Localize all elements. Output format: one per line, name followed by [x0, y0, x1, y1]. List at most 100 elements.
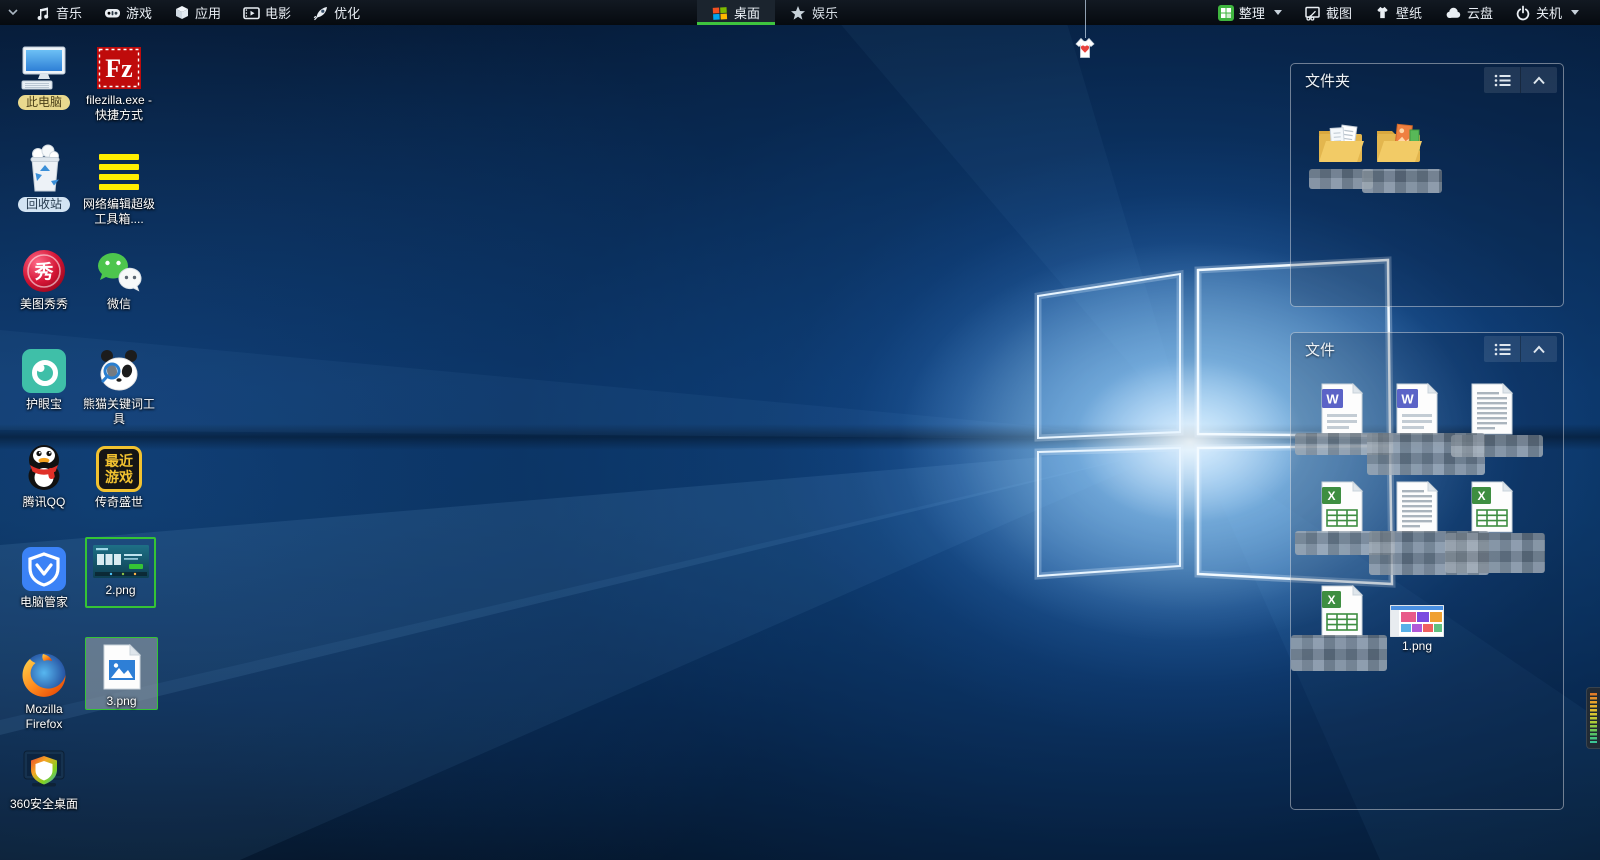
- file-item-image[interactable]: 1.png: [1382, 601, 1452, 637]
- folder-documents-icon: [1316, 122, 1366, 166]
- file-item-text[interactable]: [1382, 479, 1452, 533]
- excel-doc-icon: X: [1470, 481, 1514, 533]
- menu-label: 截图: [1326, 3, 1352, 22]
- desktop-tabs: 桌面 娱乐: [697, 0, 853, 25]
- svg-text:秀: 秀: [33, 261, 54, 283]
- recent-game-badge-icon: 最近游戏: [96, 446, 142, 492]
- active-tab-underline: [697, 22, 775, 25]
- webpage-thumbnail: [1390, 605, 1444, 637]
- panel-list-view-button[interactable]: [1484, 67, 1520, 93]
- badge-text: 最近游戏: [105, 453, 133, 485]
- tab-entertainment[interactable]: 娱乐: [775, 0, 853, 25]
- icon-label: 美图秀秀: [8, 297, 80, 312]
- screenshot-button[interactable]: 截图: [1293, 0, 1363, 25]
- file-item-text[interactable]: [1457, 381, 1527, 435]
- desktop-icon-360-desktop[interactable]: 360安全桌面: [8, 740, 80, 812]
- color-meter-strip: [1590, 693, 1597, 743]
- pc-manager-shield-icon: [21, 546, 67, 592]
- svg-text:W: W: [1326, 392, 1339, 407]
- star-icon: [790, 5, 806, 21]
- file-item-excel[interactable]: X: [1307, 479, 1377, 533]
- desktop-icon-panda-keyword[interactable]: 熊猫关键词工具: [83, 340, 155, 427]
- menu-movies[interactable]: 电影: [232, 0, 302, 25]
- file-item-word[interactable]: W: [1307, 381, 1377, 435]
- windows-logo-icon: [712, 6, 728, 20]
- desktop-icon-pc-manager[interactable]: 电脑管家: [8, 538, 80, 610]
- desktop-icon-filezilla[interactable]: Fz filezilla.exe - 快捷方式: [83, 36, 155, 123]
- panel-collapse-button[interactable]: [1520, 67, 1557, 93]
- desktop-icon-eye-care[interactable]: 护眼宝: [8, 340, 80, 412]
- desktop-icon-web-toolbox[interactable]: 网络编辑超级工具箱....: [83, 140, 155, 227]
- folders-panel: 文件夹: [1290, 63, 1564, 307]
- organize-grid-icon: [1218, 5, 1234, 21]
- icon-label: 传奇盛世: [83, 495, 155, 510]
- chevron-up-icon: [1532, 345, 1546, 354]
- panel-title: 文件夹: [1305, 70, 1484, 91]
- meitu-icon: 秀: [21, 248, 67, 294]
- widget-string: [1085, 0, 1086, 38]
- cloud-drive-button[interactable]: 云盘: [1433, 0, 1504, 25]
- menu-label: 音乐: [56, 3, 82, 22]
- yellow-bars-icon: [96, 150, 142, 194]
- chevron-down-icon: [1274, 10, 1282, 15]
- tab-label: 桌面: [734, 3, 760, 22]
- filezilla-icon: Fz: [96, 46, 142, 90]
- shutdown-button[interactable]: 关机: [1504, 0, 1590, 25]
- desktop-icon-meitu[interactable]: 秀 美图秀秀: [8, 240, 80, 312]
- censored-name: [1445, 533, 1545, 573]
- toolbar-collapse-button[interactable]: [0, 7, 24, 19]
- icon-label: 3.png: [86, 694, 157, 709]
- desktop-icon-legend-game[interactable]: 最近游戏 传奇盛世: [83, 438, 155, 510]
- desktop-icon-2png[interactable]: 2.png: [85, 537, 156, 608]
- desktop-icon-firefox[interactable]: Mozilla Firefox: [8, 645, 80, 732]
- menu-music[interactable]: 音乐: [24, 0, 93, 25]
- icon-label: 护眼宝: [8, 397, 80, 412]
- panel-collapse-button[interactable]: [1520, 336, 1557, 362]
- files-panel: 文件 W W: [1290, 332, 1564, 810]
- menu-label: 关机: [1536, 3, 1562, 22]
- menu-games[interactable]: 游戏: [93, 0, 163, 25]
- cloud-icon: [1444, 5, 1462, 20]
- chevron-down-icon: [8, 8, 18, 16]
- excel-doc-icon: X: [1320, 585, 1364, 637]
- censored-name: [1451, 435, 1543, 457]
- menu-label: 电影: [265, 3, 291, 22]
- image-placeholder-icon: [103, 644, 141, 690]
- svg-text:X: X: [1327, 489, 1335, 503]
- svg-text:W: W: [1401, 392, 1414, 407]
- edge-dock-handle[interactable]: [1586, 687, 1600, 749]
- movie-icon: [243, 5, 260, 21]
- wallpaper-tshirt-icon: [1374, 5, 1391, 20]
- rocket-icon: [313, 5, 329, 21]
- panel-list-view-button[interactable]: [1484, 336, 1520, 362]
- folder-item[interactable]: [1364, 112, 1434, 166]
- desktop-icon-this-pc[interactable]: 此电脑: [8, 38, 80, 110]
- file-item-excel[interactable]: X: [1307, 583, 1377, 637]
- menu-label: 游戏: [126, 3, 152, 22]
- organize-button[interactable]: 整理: [1207, 0, 1293, 25]
- icon-label: 微信: [83, 297, 155, 312]
- file-item-word[interactable]: W: [1382, 381, 1452, 435]
- list-view-icon: [1494, 343, 1511, 356]
- icon-label: 此电脑: [18, 95, 70, 110]
- wallpaper-button[interactable]: 壁纸: [1363, 0, 1433, 25]
- music-icon: [35, 5, 51, 21]
- 360-safe-desktop-icon: [19, 746, 69, 794]
- firefox-icon: [20, 651, 68, 699]
- menu-apps[interactable]: 应用: [163, 0, 232, 25]
- icon-label: 熊猫关键词工具: [83, 397, 155, 427]
- desktop-icon-qq[interactable]: 腾讯QQ: [8, 438, 80, 510]
- icon-label: 网络编辑超级工具箱....: [83, 197, 155, 227]
- chevron-up-icon: [1532, 76, 1546, 85]
- file-item-excel[interactable]: X: [1457, 479, 1527, 533]
- menu-optimize[interactable]: 优化: [302, 0, 371, 25]
- desktop-icon-3png[interactable]: 3.png: [85, 637, 158, 710]
- desktop-icon-wechat[interactable]: 微信: [83, 240, 155, 312]
- text-doc-icon: [1395, 481, 1439, 533]
- word-doc-icon: W: [1320, 383, 1364, 435]
- folder-media-icon: [1374, 122, 1424, 166]
- icon-label: 腾讯QQ: [8, 495, 80, 510]
- screenshot-icon: [1304, 5, 1321, 21]
- desktop-icon-recycle-bin[interactable]: 回收站: [8, 140, 80, 212]
- tab-desktop[interactable]: 桌面: [697, 0, 775, 25]
